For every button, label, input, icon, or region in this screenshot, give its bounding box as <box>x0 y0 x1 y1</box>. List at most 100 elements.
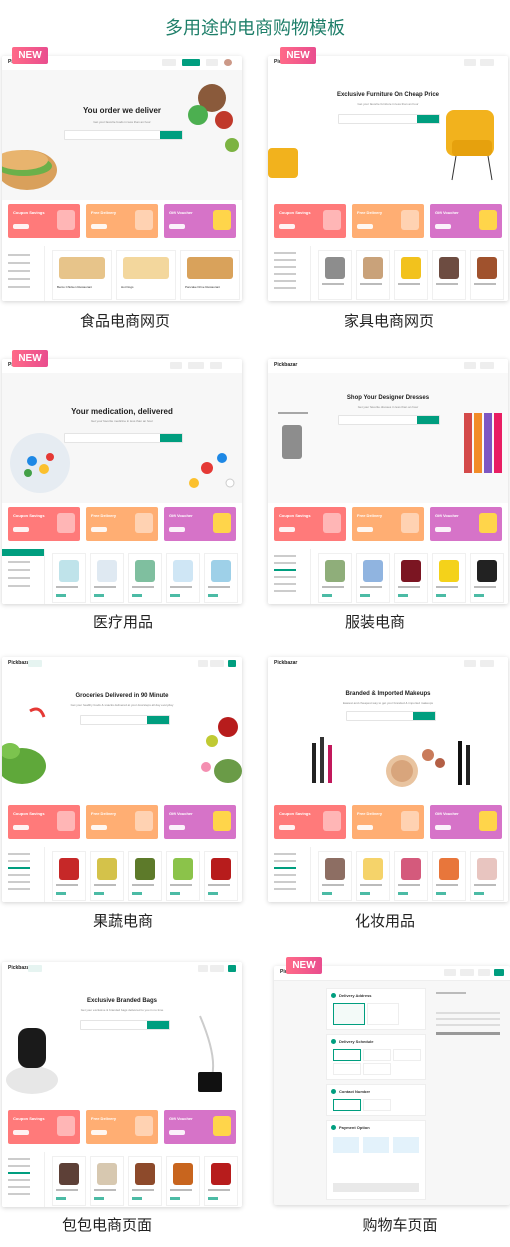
product-card[interactable] <box>432 553 466 603</box>
product-card[interactable] <box>52 1156 86 1206</box>
product-card[interactable] <box>432 250 466 300</box>
product-card[interactable] <box>166 1156 200 1206</box>
promo-row: Coupon Savings Free Delivery Gift Vouche… <box>274 507 502 543</box>
product-grid <box>314 246 508 301</box>
hero-banner: Branded & Imported Makeups Easiest and c… <box>268 671 508 801</box>
product-grid <box>48 847 242 902</box>
product-card[interactable] <box>128 851 162 901</box>
delivery-schedule-section[interactable]: Delivery Schedule <box>326 1034 426 1080</box>
order-summary <box>436 988 500 1052</box>
promo-voucher[interactable]: Gift Voucher <box>430 507 502 541</box>
promo-coupon[interactable]: Coupon Savings <box>274 805 346 839</box>
category-sidebar <box>2 847 45 902</box>
template-card-food[interactable]: Pickbazar You order we deliver Get your … <box>2 56 242 301</box>
product-card[interactable] <box>52 553 86 603</box>
promo-delivery[interactable]: Free Delivery <box>86 1110 158 1144</box>
payment-option-section[interactable]: Payment Option <box>326 1120 426 1200</box>
product-card[interactable] <box>470 553 504 603</box>
promo-delivery[interactable]: Free Delivery <box>86 805 158 839</box>
product-card[interactable] <box>318 250 352 300</box>
promo-coupon[interactable]: Coupon Savings <box>8 507 80 541</box>
promo-coupon[interactable]: Coupon Savings <box>274 204 346 238</box>
template-card-bags[interactable]: Pickbazar Exclusive Branded Bags Get you… <box>2 962 242 1207</box>
promo-voucher[interactable]: Gift Voucher <box>430 204 502 238</box>
product-card[interactable] <box>204 851 238 901</box>
hero-banner: Shop Your Designer Dresses Get your favo… <box>268 373 508 503</box>
product-card[interactable] <box>128 553 162 603</box>
new-badge: NEW <box>280 47 316 64</box>
promo-voucher[interactable]: Gift Voucher <box>164 204 236 238</box>
category-sidebar <box>268 549 311 604</box>
promo-delivery[interactable]: Free Delivery <box>86 507 158 541</box>
bags-illustration-icon <box>6 1015 222 1094</box>
promo-delivery[interactable]: Free Delivery <box>352 805 424 839</box>
product-grid: Bento Chicken Restaurant Hot Dogs Pancak… <box>48 246 242 301</box>
product-card[interactable] <box>90 553 124 603</box>
product-card[interactable] <box>166 851 200 901</box>
food-illustration-icon <box>2 84 239 190</box>
page-title: 多用途的电商购物模板 <box>165 18 345 39</box>
promo-delivery[interactable]: Free Delivery <box>352 204 424 238</box>
product-card[interactable] <box>470 250 504 300</box>
product-card[interactable] <box>356 851 390 901</box>
template-card-clothing[interactable]: Pickbazar Shop Your Designer Dresses Get… <box>268 359 508 604</box>
product-card[interactable] <box>318 553 352 603</box>
promo-voucher[interactable]: Gift Voucher <box>164 1110 236 1144</box>
promo-row: Coupon Savings Free Delivery Gift Vouche… <box>8 204 236 240</box>
category-sidebar <box>2 246 45 301</box>
template-card-grocery[interactable]: Pickbazar Groceries Delivered in 90 Minu… <box>2 657 242 902</box>
delivery-address-section[interactable]: Delivery Address <box>326 988 426 1030</box>
product-card[interactable]: Pancake Drive Restaurant <box>180 250 240 300</box>
product-card[interactable] <box>204 1156 238 1206</box>
promo-voucher[interactable]: Gift Voucher <box>164 507 236 541</box>
caption-food: 食品电商网页 <box>79 312 170 330</box>
new-badge: NEW <box>12 47 48 64</box>
template-card-furniture[interactable]: Pickbazar Exclusive Furniture On Cheap P… <box>268 56 508 301</box>
product-card[interactable] <box>394 851 428 901</box>
product-card[interactable] <box>356 553 390 603</box>
promo-coupon[interactable]: Coupon Savings <box>8 805 80 839</box>
product-card[interactable] <box>356 250 390 300</box>
caption-makeup: 化妆用品 <box>354 912 415 930</box>
category-sidebar <box>2 1152 45 1207</box>
product-card[interactable] <box>394 553 428 603</box>
promo-delivery[interactable]: Free Delivery <box>86 204 158 238</box>
hero-banner: Exclusive Furniture On Cheap Price Get y… <box>268 70 508 200</box>
product-card[interactable] <box>318 851 352 901</box>
promo-row: Coupon Savings Free Delivery Gift Vouche… <box>274 805 502 841</box>
product-card[interactable]: Hot Dogs <box>116 250 176 300</box>
mini-navbar: Pickbazar <box>2 657 242 672</box>
product-card[interactable] <box>90 1156 124 1206</box>
caption-bags: 包包电商页面 <box>61 1216 152 1234</box>
caption-grocery: 果蔬电商 <box>92 912 153 930</box>
category-sidebar <box>268 847 311 902</box>
promo-delivery[interactable]: Free Delivery <box>352 507 424 541</box>
contact-number-section[interactable]: Contact Number <box>326 1084 426 1116</box>
template-card-makeup[interactable]: Pickbazar Branded & Imported Makeups Eas… <box>268 657 508 902</box>
mini-navbar: Pickbazar <box>268 657 508 672</box>
product-card[interactable] <box>166 553 200 603</box>
promo-row: Coupon Savings Free Delivery Gift Vouche… <box>8 507 236 543</box>
category-sidebar <box>2 549 45 604</box>
product-card[interactable] <box>470 851 504 901</box>
pills-illustration-icon <box>10 433 235 493</box>
promo-row: Coupon Savings Free Delivery Gift Vouche… <box>8 1110 236 1146</box>
promo-coupon[interactable]: Coupon Savings <box>274 507 346 541</box>
product-card[interactable] <box>432 851 466 901</box>
clothes-rack-illustration-icon <box>278 412 502 473</box>
product-grid <box>314 549 508 604</box>
caption-clothing: 服装电商 <box>344 613 405 631</box>
template-card-medicine[interactable]: Pickbazar Your medication, delivered Get… <box>2 359 242 604</box>
product-card[interactable] <box>394 250 428 300</box>
product-card[interactable] <box>128 1156 162 1206</box>
product-card[interactable]: Bento Chicken Restaurant <box>52 250 112 300</box>
template-card-checkout[interactable]: Pickbazar Delivery Address Delivery Sche… <box>274 966 510 1205</box>
promo-voucher[interactable]: Gift Voucher <box>164 805 236 839</box>
promo-row: Coupon Savings Free Delivery Gift Vouche… <box>274 204 502 240</box>
product-card[interactable] <box>204 553 238 603</box>
promo-voucher[interactable]: Gift Voucher <box>430 805 502 839</box>
product-card[interactable] <box>90 851 124 901</box>
product-card[interactable] <box>52 851 86 901</box>
promo-coupon[interactable]: Coupon Savings <box>8 1110 80 1144</box>
promo-coupon[interactable]: Coupon Savings <box>8 204 80 238</box>
